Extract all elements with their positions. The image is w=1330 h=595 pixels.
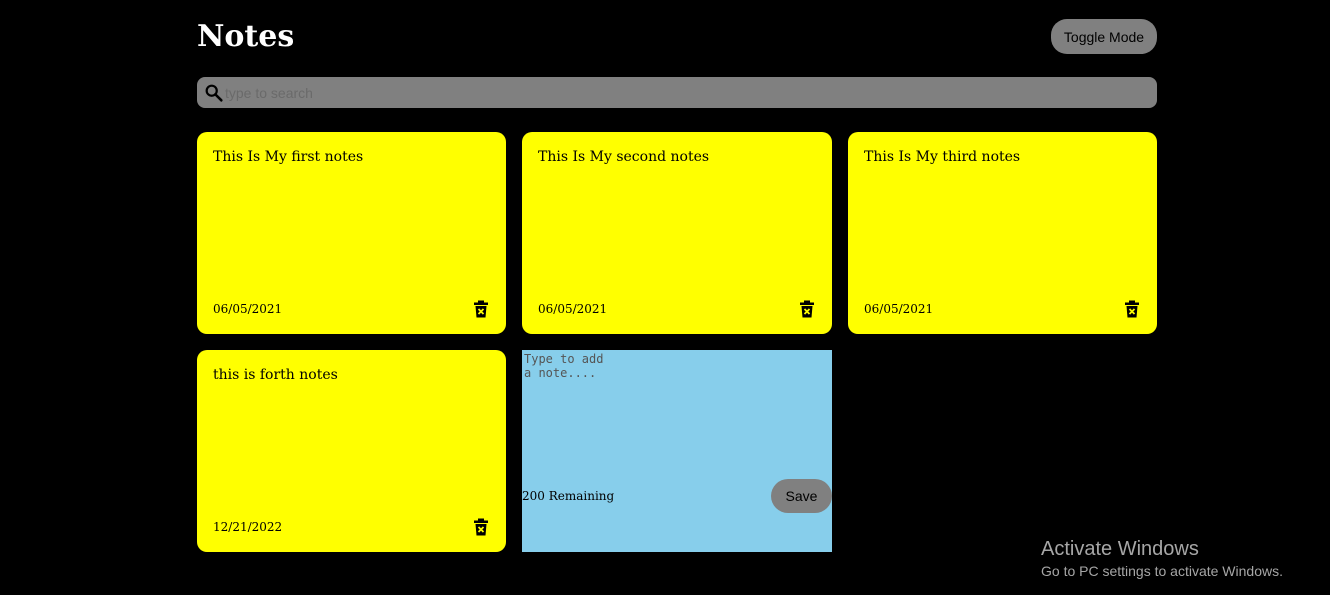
note-footer: 06/05/2021 [864, 300, 1141, 318]
app-container: Notes Toggle Mode This Is My first notes… [197, 0, 1157, 552]
activate-windows-watermark: Activate Windows Go to PC settings to ac… [1041, 537, 1283, 581]
delete-icon[interactable] [472, 300, 490, 318]
new-note-footer: 200 Remaining Save [522, 479, 832, 513]
note-footer: 12/21/2022 [213, 518, 490, 536]
save-button[interactable]: Save [771, 479, 832, 513]
note-text: this is forth notes [213, 367, 338, 383]
new-note-card: 200 Remaining Save [522, 350, 832, 552]
note-date: 06/05/2021 [538, 302, 608, 316]
note-footer: 06/05/2021 [213, 300, 490, 318]
note-date: 06/05/2021 [864, 302, 934, 316]
search-bar [197, 77, 1157, 108]
note-text: This Is My second notes [538, 149, 710, 165]
watermark-subtitle: Go to PC settings to activate Windows. [1041, 563, 1283, 579]
note-card: This Is My second notes 06/05/2021 [522, 132, 832, 334]
search-input[interactable] [225, 77, 1157, 108]
remaining-count: 200 Remaining [522, 489, 615, 503]
toggle-mode-button[interactable]: Toggle Mode [1051, 19, 1157, 54]
note-date: 12/21/2022 [213, 520, 283, 534]
new-note-textarea[interactable] [524, 352, 604, 452]
note-footer: 06/05/2021 [538, 300, 816, 318]
watermark-title: Activate Windows [1041, 538, 1199, 560]
notes-grid: This Is My first notes 06/05/2021 This I… [197, 132, 1157, 552]
note-card: This Is My first notes 06/05/2021 [197, 132, 506, 334]
note-text: This Is My first notes [213, 149, 364, 165]
page-title: Notes [197, 19, 295, 54]
delete-icon[interactable] [798, 300, 816, 318]
search-icon [205, 84, 223, 102]
header: Notes Toggle Mode [197, 0, 1157, 77]
note-card: this is forth notes 12/21/2022 [197, 350, 506, 552]
delete-icon[interactable] [1123, 300, 1141, 318]
note-date: 06/05/2021 [213, 302, 283, 316]
note-card: This Is My third notes 06/05/2021 [848, 132, 1157, 334]
note-text: This Is My third notes [864, 149, 1021, 165]
delete-icon[interactable] [472, 518, 490, 536]
